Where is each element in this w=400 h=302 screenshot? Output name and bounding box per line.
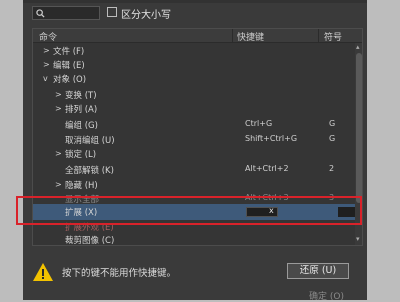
- row-shortcut[interactable]: Ctrl+G: [245, 119, 272, 128]
- row-command-label: 排列 (A): [65, 105, 98, 115]
- chevron-right-icon[interactable]: >: [43, 46, 50, 55]
- row-symbol[interactable]: 2: [329, 164, 334, 173]
- column-header-shortcut[interactable]: 快捷键: [237, 30, 264, 43]
- search-field[interactable]: [32, 6, 100, 20]
- table-row-selected[interactable]: 扩展 (X) x: [33, 204, 362, 220]
- row-symbol[interactable]: 3: [329, 193, 334, 202]
- clear-shortcut-icon[interactable]: x: [269, 206, 274, 215]
- table-row[interactable]: 编组 (G) Ctrl+G G: [33, 117, 355, 133]
- table-row[interactable]: > 排列 (A): [33, 101, 355, 117]
- warning-message: 按下的键不能用作快捷键。: [62, 268, 177, 279]
- row-command-label: 全部解锁 (K): [65, 166, 114, 176]
- search-icon: [36, 9, 45, 18]
- row-command-label: 扩展 (X): [65, 208, 98, 218]
- chevron-right-icon[interactable]: >: [55, 90, 62, 99]
- row-shortcut[interactable]: Alt+Ctrl+2: [245, 164, 289, 173]
- chevron-right-icon[interactable]: >: [55, 104, 62, 113]
- row-command-label: 编组 (G): [65, 121, 98, 131]
- row-shortcut[interactable]: Shift+Ctrl+G: [245, 134, 297, 143]
- table-header: 命令 快捷键 符号: [33, 29, 362, 43]
- column-header-command[interactable]: 命令: [39, 30, 57, 43]
- chevron-down-icon[interactable]: v: [43, 74, 48, 83]
- chevron-right-icon[interactable]: >: [55, 180, 62, 189]
- row-command-label: 裁剪图像 (C): [65, 236, 115, 246]
- row-symbol[interactable]: G: [329, 119, 335, 128]
- dialog-top-strip: [23, 0, 367, 3]
- table-scrollbar[interactable]: ▴ ▾: [355, 43, 362, 245]
- column-header-symbol[interactable]: 符号: [324, 30, 342, 43]
- scroll-down-icon[interactable]: ▾: [356, 235, 360, 243]
- chevron-right-icon[interactable]: >: [55, 149, 62, 158]
- shortcut-table: 命令 快捷键 符号 > 文件 (F) > 编辑 (E) v 对象 (O) > 变…: [32, 28, 363, 246]
- column-divider: [232, 29, 233, 43]
- row-command-label: 文件 (F): [53, 47, 85, 57]
- warning-icon: [33, 263, 53, 281]
- table-row[interactable]: v 对象 (O): [33, 71, 355, 87]
- case-sensitive-label: 区分大小写: [121, 10, 171, 21]
- row-command-label: 变换 (T): [65, 91, 97, 101]
- chevron-right-icon[interactable]: >: [43, 60, 50, 69]
- ok-button[interactable]: 确定 (O): [309, 289, 344, 302]
- table-row[interactable]: 全部解锁 (K) Alt+Ctrl+2 2: [33, 162, 355, 178]
- keyboard-shortcuts-dialog: 区分大小写 命令 快捷键 符号 > 文件 (F) > 编辑 (E) v 对象 (…: [23, 0, 367, 302]
- row-shortcut[interactable]: Alt+Ctrl+3: [245, 193, 289, 202]
- table-row[interactable]: 裁剪图像 (C): [33, 232, 355, 246]
- case-sensitive-checkbox[interactable]: [107, 7, 117, 17]
- column-divider: [318, 29, 319, 43]
- row-command-label: 隐藏 (H): [65, 181, 98, 191]
- row-symbol[interactable]: G: [329, 134, 335, 143]
- restore-button[interactable]: 还原 (U): [287, 263, 349, 279]
- table-row[interactable]: > 锁定 (L): [33, 146, 355, 162]
- row-command-label: 锁定 (L): [65, 150, 97, 160]
- scroll-up-icon[interactable]: ▴: [356, 43, 360, 51]
- search-input[interactable]: [47, 8, 97, 18]
- row-command-label: 取消编组 (U): [65, 136, 115, 146]
- scroll-thumb[interactable]: [356, 53, 362, 203]
- row-command-label: 对象 (O): [53, 75, 87, 85]
- row-command-label: 编辑 (E): [53, 61, 85, 71]
